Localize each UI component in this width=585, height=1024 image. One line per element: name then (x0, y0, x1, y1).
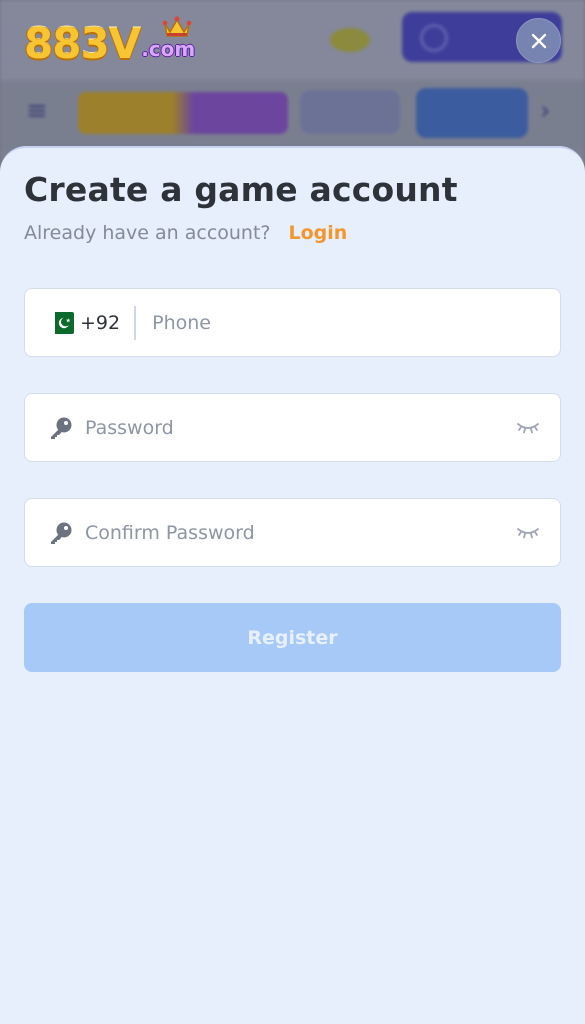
eye-closed-icon[interactable] (516, 523, 540, 541)
background-button-icon (420, 24, 448, 52)
password-field[interactable] (24, 393, 561, 462)
brand-logo-domain: .com (141, 37, 196, 61)
confirm-password-input[interactable] (85, 512, 485, 553)
key-icon (51, 522, 72, 544)
brand-logo: 883V .com (24, 16, 195, 66)
country-code[interactable]: +92 (80, 312, 120, 334)
background-icon (330, 28, 370, 52)
background-login-button (300, 90, 400, 134)
brand-logo-main: 883V (24, 19, 141, 68)
login-link[interactable]: Login (289, 222, 348, 244)
register-button[interactable]: Register (24, 603, 561, 672)
register-sheet: Create a game account Already have an ac… (0, 146, 585, 1024)
pakistan-flag-icon[interactable] (49, 311, 74, 334)
close-button[interactable] (516, 18, 561, 63)
hamburger-icon: ≡ (26, 96, 48, 126)
crown-icon (162, 16, 192, 37)
chevron-right-icon: › (540, 96, 551, 126)
close-icon (531, 33, 546, 48)
phone-field[interactable]: +92 (24, 288, 561, 357)
field-divider (134, 305, 137, 340)
confirm-password-field[interactable] (24, 498, 561, 567)
subtitle-row: Already have an account? Login (24, 222, 347, 244)
password-input[interactable] (85, 407, 485, 448)
subtitle: Already have an account? (24, 222, 271, 244)
phone-input[interactable] (152, 302, 533, 343)
background-logo (78, 92, 288, 134)
background-register-button (416, 88, 528, 138)
page-title: Create a game account (24, 170, 458, 209)
eye-closed-icon[interactable] (516, 418, 540, 436)
key-icon (51, 417, 72, 439)
